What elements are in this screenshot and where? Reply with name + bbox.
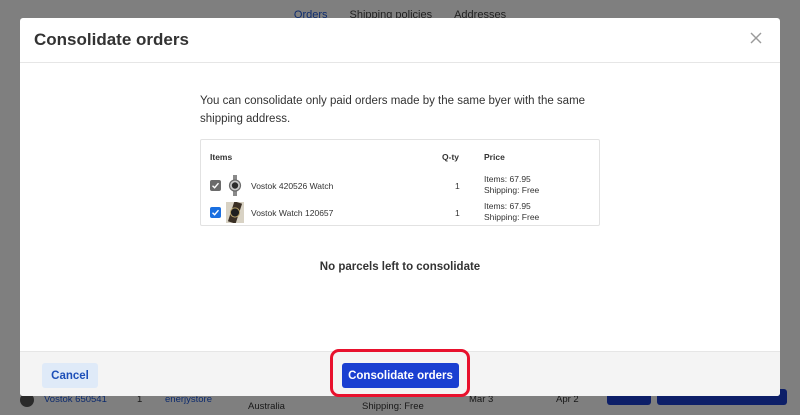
column-qty: Q-ty <box>442 152 459 162</box>
check-icon <box>212 182 220 189</box>
close-icon[interactable] <box>746 28 766 48</box>
modal-title: Consolidate orders <box>34 30 189 49</box>
item-price: Items: 67.95 Shipping: Free <box>484 174 539 195</box>
highlight-annotation <box>330 349 470 397</box>
empty-message: No parcels left to consolidate <box>319 261 481 273</box>
item-qty: 1 <box>455 208 460 218</box>
intro-text: You can consolidate only paid orders mad… <box>200 95 586 125</box>
item-price: Items: 67.95 Shipping: Free <box>484 201 539 222</box>
watch-thumbnail <box>226 175 244 196</box>
column-price: Price <box>484 152 505 162</box>
modal-header: Consolidate orders <box>20 18 780 63</box>
item-qty: 1 <box>455 181 460 191</box>
table-row: Vostok Watch 120657 1 Items: 67.95 Shipp… <box>201 201 599 225</box>
row-checkbox[interactable] <box>210 207 221 218</box>
price-shipping: Shipping: Free <box>484 211 540 222</box>
column-items: Items <box>210 152 233 162</box>
modal-body: You can consolidate only paid orders mad… <box>20 64 780 351</box>
check-icon <box>212 209 220 216</box>
consolidate-orders-modal: Consolidate orders You can consolidate o… <box>20 18 780 396</box>
price-items: Items: 67.95 <box>484 174 531 184</box>
item-name: Vostok 420526 Watch <box>251 181 334 191</box>
price-items: Items: 67.95 <box>484 201 531 211</box>
item-name: Vostok Watch 120657 <box>251 208 334 218</box>
row-checkbox-disabled <box>210 180 221 191</box>
watch-thumbnail <box>226 201 244 224</box>
table-row: Vostok 420526 Watch 1 Items: 67.95 Shipp… <box>201 174 599 198</box>
orders-table: Items Q-ty Price Vostok 420526 Watch 1 I… <box>200 139 600 226</box>
cancel-button[interactable]: Cancel <box>42 363 98 388</box>
price-shipping: Shipping: Free <box>484 184 540 195</box>
